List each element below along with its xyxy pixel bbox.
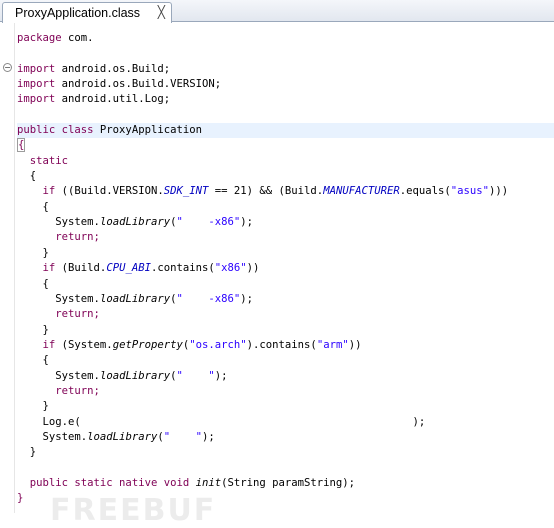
code-line-if-os-arch: if (System.getProperty("os.arch").contai… bbox=[42, 338, 362, 351]
matching-brace-marker: { bbox=[17, 138, 26, 153]
code-line-return: return; bbox=[55, 308, 100, 321]
code-line-block-open: { bbox=[42, 354, 49, 367]
tab-proxy-application[interactable]: ProxyApplication.class ╳ bbox=[2, 2, 172, 23]
fold-collapse-icon[interactable]: − bbox=[3, 63, 12, 72]
code-line-block-close: } bbox=[42, 400, 49, 413]
code-line-load-library: System.loadLibrary(" "); bbox=[55, 369, 228, 382]
code-line-if-asus: if ((Build.VERSION.SDK_INT == 21) && (Bu… bbox=[42, 185, 509, 198]
code-line-return: return; bbox=[55, 231, 100, 244]
code-line-block-close: } bbox=[42, 323, 49, 336]
code-area[interactable]: package com. import android.os.Build; im… bbox=[17, 31, 554, 507]
code-line-package: package com. bbox=[17, 32, 94, 44]
code-line-load-library-final: System.loadLibrary(" "); bbox=[42, 430, 215, 443]
code-editor[interactable]: − package com. import android.os.Build; … bbox=[0, 23, 554, 528]
editor-gutter: − bbox=[0, 23, 15, 513]
code-line-class-open: { bbox=[17, 138, 554, 153]
close-icon[interactable]: ╳ bbox=[158, 5, 165, 19]
code-line-class-close: } bbox=[17, 492, 24, 505]
code-line-block-open: { bbox=[42, 277, 49, 290]
editor-tab-bar: ProxyApplication.class ╳ bbox=[0, 0, 554, 23]
code-line-if-cpu-abi: if (Build.CPU_ABI.contains("x86")) bbox=[42, 262, 260, 275]
tab-title: ProxyApplication.class bbox=[15, 6, 141, 20]
code-line-static: static bbox=[29, 154, 69, 167]
code-line-import: import android.util.Log; bbox=[17, 93, 171, 106]
code-line-return: return; bbox=[55, 384, 100, 397]
code-line-block-close: } bbox=[42, 246, 49, 259]
code-line-static-close: } bbox=[29, 446, 37, 459]
code-line-log: Log.e( ); bbox=[42, 415, 426, 428]
code-line-native-decl: public static native void init(String pa… bbox=[29, 476, 356, 489]
code-line-class-decl: public class ProxyApplication bbox=[17, 123, 554, 139]
code-line-import: import android.os.Build; bbox=[17, 62, 171, 75]
code-line-load-library: System.loadLibrary(" -x86"); bbox=[55, 292, 254, 305]
code-line-load-library: System.loadLibrary(" -x86"); bbox=[55, 216, 254, 229]
code-line-static-open: { bbox=[29, 170, 37, 183]
code-line-import: import android.os.Build.VERSION; bbox=[17, 78, 222, 91]
code-line-block-open: { bbox=[42, 200, 49, 213]
